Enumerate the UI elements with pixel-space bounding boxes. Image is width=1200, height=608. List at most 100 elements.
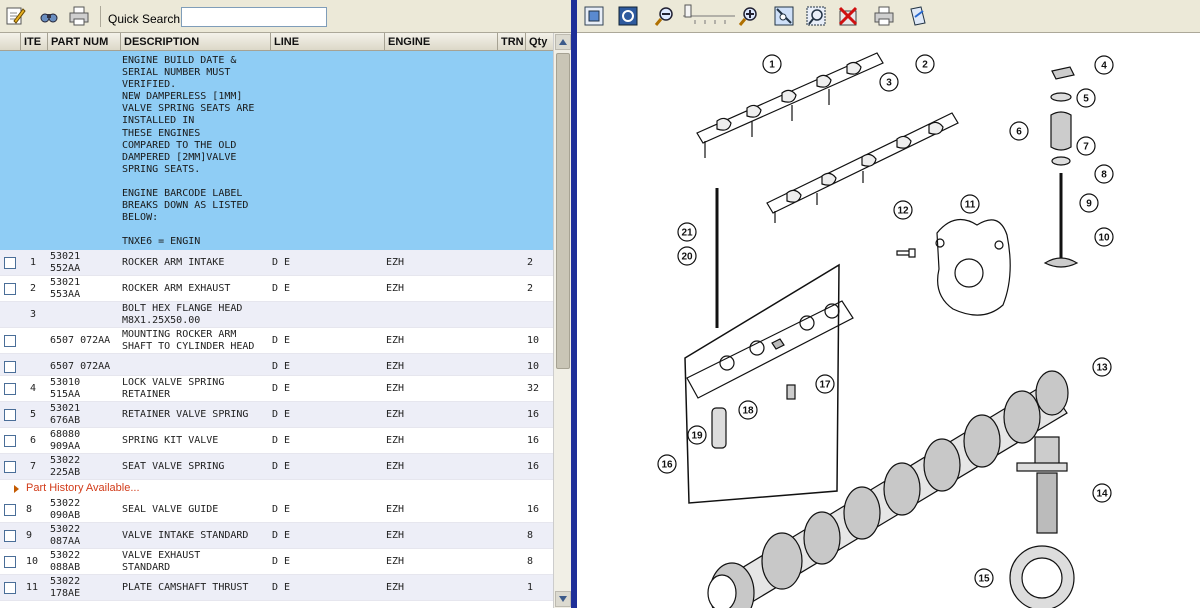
callout-12[interactable]: 12: [893, 200, 913, 220]
row-checkbox[interactable]: [4, 409, 16, 421]
row-checkbox[interactable]: [4, 361, 16, 373]
row-checkbox[interactable]: [4, 582, 16, 594]
part-cell: 53022 090AB: [50, 498, 81, 521]
table-row[interactable]: 6507 072AA D E EZH 10: [0, 354, 553, 376]
header-trn[interactable]: TRN: [498, 33, 526, 51]
callout-11[interactable]: 11: [960, 194, 980, 214]
svg-text:17: 17: [819, 380, 831, 391]
exploded-diagram[interactable]: 1 23456789101112131415161718192021: [577, 33, 1200, 608]
table-row[interactable]: 6 68080 909AA SPRING KIT VALVE D E EZH 16: [0, 428, 553, 454]
scroll-thumb[interactable]: [556, 53, 570, 369]
vertical-scrollbar[interactable]: [553, 33, 571, 608]
parts-list-pane: Quick Search: ITE PART NUM DESCRIPTION L…: [0, 0, 571, 608]
description-cell: ROCKER ARM EXHAUST: [122, 283, 231, 294]
table-row[interactable]: 7 53022 225AB SEAT VALVE SPRING D E EZH 16: [0, 454, 553, 480]
callout-3[interactable]: 3: [879, 72, 899, 92]
part-cell: 53021 676AB: [50, 403, 81, 426]
toolbar-separator: [100, 6, 101, 27]
row-checkbox[interactable]: [4, 257, 16, 269]
table-row[interactable]: 3 BOLT HEX FLANGE HEAD M8X1.25X50.00: [0, 302, 553, 328]
table-row[interactable]: 8 53022 090AB SEAL VALVE GUIDE D E EZH 16: [0, 497, 553, 523]
valve-seal: [1051, 156, 1071, 166]
line-cell: D E: [272, 409, 291, 420]
svg-text:15: 15: [978, 574, 990, 585]
header-qty[interactable]: Qty: [526, 33, 553, 51]
table-row[interactable]: 2 53021 553AA ROCKER ARM EXHAUST D E EZH 2: [0, 276, 553, 302]
callout-10[interactable]: 10: [1094, 227, 1114, 247]
callout-16[interactable]: 16: [657, 454, 677, 474]
callout-6[interactable]: 6: [1009, 121, 1029, 141]
callout-5[interactable]: 5: [1076, 88, 1096, 108]
table-row[interactable]: 10 53022 088AB VALVE EXHAUST STANDARD D E EZ…: [0, 549, 553, 575]
callout-1[interactable]: 1: [762, 54, 782, 74]
part-cell: 53022 087AA: [50, 524, 81, 547]
header-select-col: [0, 33, 21, 51]
callout-7[interactable]: 7: [1076, 136, 1096, 156]
edit-icon[interactable]: [4, 5, 26, 27]
fit-window-icon[interactable]: [617, 5, 639, 27]
item-cell: 9: [26, 530, 33, 541]
callout-20[interactable]: 20: [677, 246, 697, 266]
zoom-slider[interactable]: [681, 4, 737, 28]
table-row[interactable]: BOLT RECESSED TORX: [0, 601, 553, 608]
header-item[interactable]: ITE: [21, 33, 48, 51]
part-cell: 53022 178AE: [50, 576, 81, 599]
callout-15[interactable]: 15: [974, 568, 994, 588]
line-cell: D E: [272, 582, 291, 593]
row-checkbox[interactable]: [4, 383, 16, 395]
part-cell: 68080 909AA: [50, 429, 81, 452]
valve-spring: [1050, 111, 1072, 151]
row-checkbox[interactable]: [4, 435, 16, 447]
table-row[interactable]: 4 53010 515AA LOCK VALVE SPRING RETAINER D …: [0, 376, 553, 402]
callout-4[interactable]: 4: [1094, 55, 1114, 75]
select-area-icon[interactable]: [773, 5, 795, 27]
row-checkbox[interactable]: [4, 461, 16, 473]
zoom-out-icon[interactable]: [653, 5, 675, 27]
header-part-num[interactable]: PART NUM: [48, 33, 121, 51]
qty-cell: 8: [527, 556, 534, 567]
scroll-down-button[interactable]: [555, 591, 571, 607]
valve-head: [1043, 257, 1079, 268]
callout-18[interactable]: 18: [738, 400, 758, 420]
clear-icon[interactable]: [837, 5, 859, 27]
zoom-region-icon[interactable]: [805, 5, 827, 27]
bookmark-icon[interactable]: [907, 5, 929, 27]
cam-sensor: [1016, 436, 1068, 534]
header-description[interactable]: DESCRIPTION: [121, 33, 271, 51]
callout-14[interactable]: 14: [1092, 483, 1112, 503]
table-row[interactable]: 1 53021 552AA ROCKER ARM INTAKE D E EZH 2: [0, 250, 553, 276]
row-checkbox[interactable]: [4, 556, 16, 568]
parts-grid: ENGINE BUILD DATE & SERIAL NUMBER MUST V…: [0, 51, 553, 608]
scroll-up-button[interactable]: [555, 34, 571, 50]
fit-page-icon[interactable]: [583, 5, 605, 27]
row-checkbox[interactable]: [4, 335, 16, 347]
row-checkbox[interactable]: [4, 530, 16, 542]
zoom-in-icon[interactable]: [737, 5, 759, 27]
engine-note-row[interactable]: ENGINE BUILD DATE & SERIAL NUMBER MUST V…: [0, 51, 553, 250]
table-row[interactable]: 9 53022 087AA VALVE INTAKE STANDARD D E EZH 8: [0, 523, 553, 549]
callout-19[interactable]: 19: [687, 425, 707, 445]
callout-2[interactable]: 2: [915, 54, 935, 74]
part-history-link[interactable]: Part History Available...: [0, 480, 553, 497]
callout-8[interactable]: 8: [1094, 164, 1114, 184]
quick-search-input[interactable]: [181, 7, 327, 27]
row-checkbox[interactable]: [4, 504, 16, 516]
qty-cell: 10: [527, 335, 540, 346]
callout-21[interactable]: 21: [677, 222, 697, 242]
row-checkbox[interactable]: [4, 283, 16, 295]
table-row[interactable]: 11 53022 178AE PLATE CAMSHAFT THRUST D E EZH…: [0, 575, 553, 601]
callout-9[interactable]: 9: [1079, 193, 1099, 213]
engine-note-text: ENGINE BUILD DATE & SERIAL NUMBER MUST V…: [122, 55, 255, 248]
print-diagram-icon[interactable]: [873, 5, 895, 27]
description-cell: MOUNTING ROCKER ARM SHAFT TO CYLINDER HE…: [122, 329, 255, 352]
scroll-up-icon: [559, 39, 567, 45]
header-line[interactable]: LINE: [271, 33, 385, 51]
header-engine[interactable]: ENGINE: [385, 33, 498, 51]
print-icon[interactable]: [68, 5, 90, 27]
callout-13[interactable]: 13: [1092, 357, 1112, 377]
svg-text:16: 16: [661, 460, 673, 471]
table-row[interactable]: 6507 072AA MOUNTING ROCKER ARM SHAFT TO C…: [0, 328, 553, 354]
callout-17[interactable]: 17: [815, 374, 835, 394]
table-row[interactable]: 5 53021 676AB RETAINER VALVE SPRING D E EZH 1…: [0, 402, 553, 428]
binoculars-icon[interactable]: [38, 5, 60, 27]
